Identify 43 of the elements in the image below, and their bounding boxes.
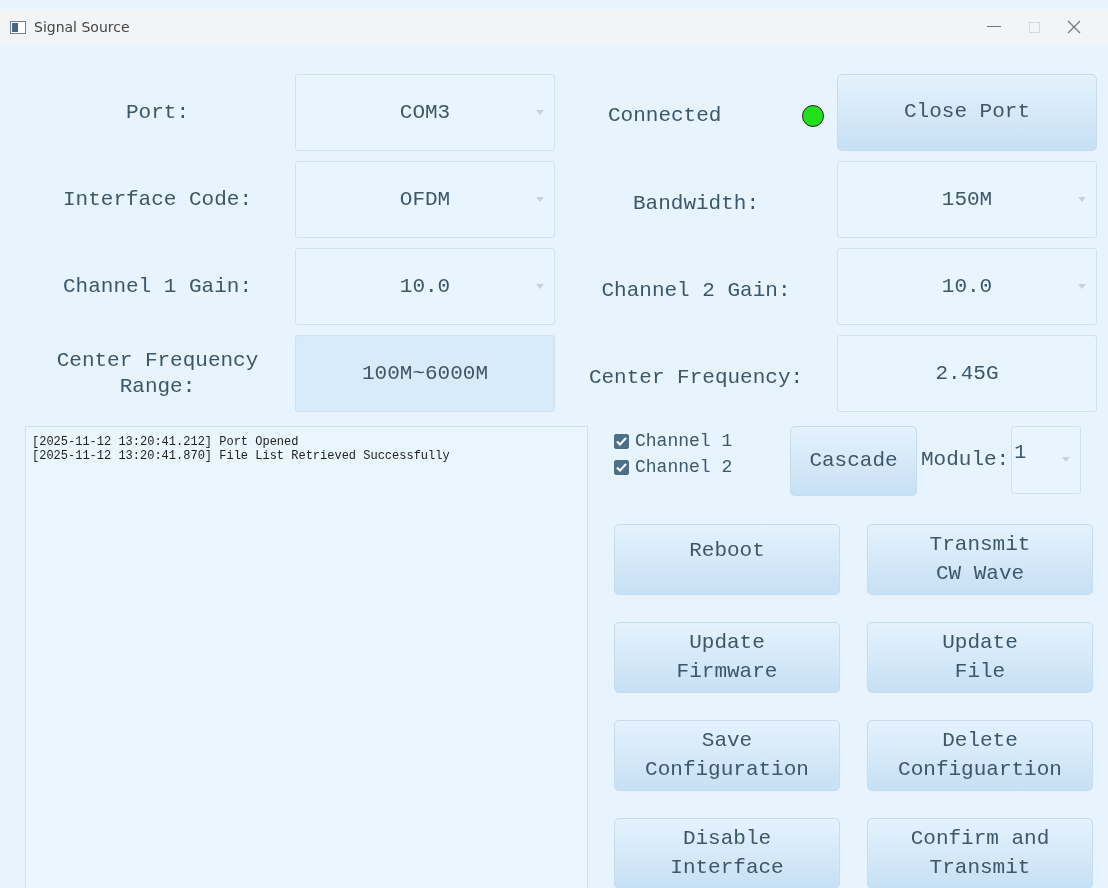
- minimize-icon[interactable]: [987, 26, 1001, 28]
- app-icon: [10, 20, 26, 34]
- window-title: Signal Source: [34, 19, 131, 35]
- field-label: Center Frequency:: [587, 364, 805, 391]
- action-button[interactable]: Reboot: [614, 524, 840, 595]
- dropdown[interactable]: 10.0: [837, 248, 1097, 325]
- module-label: Module:: [921, 448, 1010, 471]
- field-label: Center Frequency Range:: [55, 348, 260, 400]
- dropdown-caret-icon: [1078, 283, 1086, 289]
- checkbox-label[interactable]: Channel 2: [635, 457, 733, 477]
- dropdown[interactable]: COM3: [295, 74, 555, 151]
- field-label: Channel 1 Gain:: [62, 273, 253, 300]
- dropdown-caret-icon: [1062, 457, 1071, 462]
- close-port-button[interactable]: Close Port: [837, 74, 1097, 151]
- dropdown-caret-icon: [536, 283, 544, 289]
- connection-status: Connected: [608, 104, 722, 127]
- dropdown-caret-icon: [536, 109, 544, 115]
- module-dropdown[interactable]: 1: [1011, 426, 1082, 494]
- dropdown[interactable]: OFDM: [295, 161, 555, 238]
- checkbox[interactable]: [614, 433, 629, 449]
- dropdown[interactable]: 150M: [837, 161, 1097, 238]
- range-display: 100M~6000M: [295, 335, 555, 412]
- action-button[interactable]: Confirm and Transmit: [867, 818, 1093, 888]
- cascade-button[interactable]: Cascade: [790, 426, 917, 496]
- action-button[interactable]: Update Firmware: [614, 622, 840, 693]
- action-button[interactable]: Update File: [867, 622, 1093, 693]
- field-label: Port:: [125, 99, 190, 126]
- log-line: [2025-11-12 13:20:41.870] File List Retrieved Successfully: [32, 449, 451, 464]
- dropdown[interactable]: 10.0: [295, 248, 555, 325]
- close-icon[interactable]: [1067, 20, 1081, 34]
- input-field[interactable]: 2.45G: [837, 335, 1097, 412]
- log-line: [2025-11-12 13:20:41.212] Port Opened: [32, 435, 300, 450]
- field-label: Interface Code:: [62, 186, 253, 213]
- action-button[interactable]: Transmit CW Wave: [867, 524, 1093, 595]
- action-button[interactable]: Disable Interface: [614, 818, 840, 888]
- action-button[interactable]: Delete Configuartion: [867, 720, 1093, 791]
- checkbox-label[interactable]: Channel 1: [635, 431, 733, 451]
- field-label: Channel 2 Gain:: [600, 277, 792, 304]
- checkbox[interactable]: [614, 459, 629, 475]
- dropdown-caret-icon: [536, 196, 544, 202]
- field-label: Bandwidth:: [632, 190, 760, 217]
- dropdown-caret-icon: [1078, 196, 1086, 202]
- action-button[interactable]: Save Configuration: [614, 720, 840, 791]
